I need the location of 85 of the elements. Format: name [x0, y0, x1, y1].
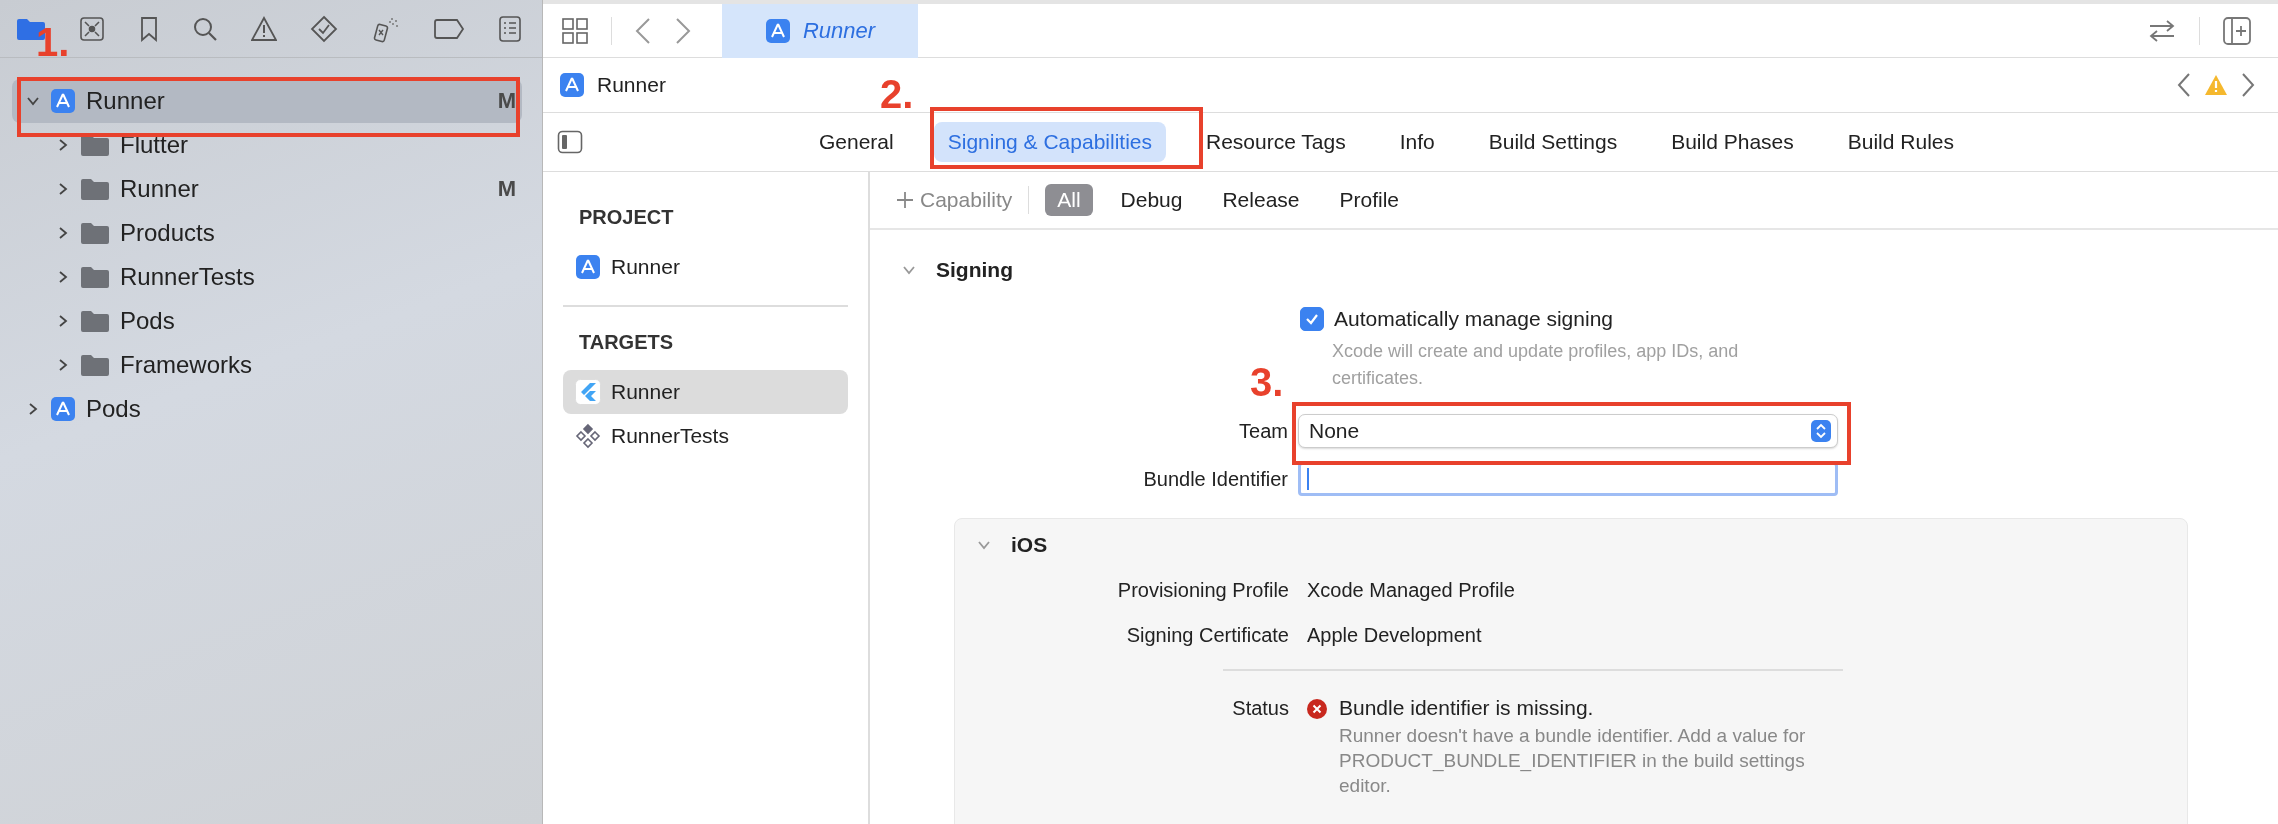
app-icon — [764, 17, 791, 44]
modified-status-label: M — [497, 88, 516, 114]
editor-tab[interactable]: Runner — [722, 3, 918, 58]
warning-icon[interactable] — [251, 15, 277, 42]
settings-tab[interactable]: Build Settings — [1474, 122, 1632, 162]
add-editor-icon[interactable] — [2222, 15, 2252, 46]
tree-row[interactable]: RunnerTests — [12, 255, 522, 299]
tree-item-label: Flutter — [120, 131, 189, 159]
field-label: Team — [1238, 419, 1288, 443]
app-icon — [575, 254, 601, 280]
tree-item-label: Frameworks — [120, 351, 253, 379]
target-item[interactable]: Runner — [563, 245, 848, 289]
tree-row[interactable]: Runner M — [12, 167, 522, 211]
tree-item-label: Pods — [120, 307, 176, 335]
annotation-number: 3. — [1250, 360, 1284, 405]
folder-icon — [80, 309, 110, 333]
field-value: Apple Development — [1307, 624, 1483, 647]
settings-tab[interactable]: Resource Tags — [1192, 122, 1360, 162]
section-title: Signing — [936, 258, 1013, 282]
grid-icon[interactable] — [561, 16, 589, 45]
settings-tab[interactable]: General — [805, 122, 908, 162]
app-icon — [50, 88, 76, 114]
sidebar-toggle-icon[interactable] — [557, 130, 583, 154]
checkbox-label: Automatically manage signing — [1334, 307, 1613, 331]
folder-icon — [80, 265, 110, 289]
tree-row[interactable]: Flutter — [12, 123, 522, 167]
app-icon — [559, 72, 585, 98]
search-icon[interactable] — [191, 15, 218, 42]
hint-text: Xcode will create and update profiles, app IDs, and certificates. — [1331, 340, 1740, 390]
field-label: Bundle Identifier — [1142, 467, 1288, 491]
tree-row[interactable]: Pods — [12, 299, 522, 343]
filter-button[interactable]: Profile — [1327, 184, 1412, 216]
diamond-check-icon[interactable] — [310, 14, 339, 43]
filter-button[interactable]: Debug — [1108, 184, 1195, 216]
target-item[interactable]: Runner — [563, 370, 848, 414]
annotation-number: 1. — [36, 20, 70, 65]
tree-item-label: Runner — [86, 87, 166, 115]
tree-item-label: Pods — [86, 395, 142, 423]
field-label: Provisioning Profile — [1116, 579, 1289, 602]
tree-item-label: Products — [120, 219, 216, 247]
tree-row[interactable]: Frameworks — [12, 343, 522, 387]
folder-icon — [80, 177, 110, 201]
target-item[interactable]: RunnerTests — [563, 414, 848, 458]
tree-row[interactable]: Products — [12, 211, 522, 255]
bookmark-icon[interactable] — [138, 15, 159, 42]
tree-item-label: RunnerTests — [120, 263, 256, 291]
target-square-icon[interactable] — [79, 15, 106, 42]
folder-icon — [80, 221, 110, 245]
stepper-arrows-icon — [1811, 420, 1831, 442]
app-icon — [50, 396, 76, 422]
settings-tab[interactable]: Info — [1385, 122, 1449, 162]
tree-row[interactable]: Pods — [12, 387, 522, 431]
settings-tab[interactable]: Build Phases — [1657, 122, 1808, 162]
modified-status-label: M — [497, 176, 516, 202]
settings-tab[interactable]: Signing & Capabilities — [933, 122, 1166, 162]
filter-button[interactable]: Release — [1210, 184, 1312, 216]
team-dropdown[interactable]: None — [1298, 414, 1838, 448]
tree-item-label: Runner — [120, 175, 200, 203]
status-detail: Runner doesn't have a bundle identifier. Add a value for PRODUCT_BUNDLE_IDENTIFIER in the build settings editor. — [1339, 724, 1807, 798]
field-label: Signing Certificate — [1125, 624, 1289, 647]
input-field[interactable] — [1298, 462, 1838, 496]
forward-chevron-icon[interactable] — [674, 15, 692, 46]
diamonds-icon — [575, 423, 601, 449]
tag-icon[interactable] — [432, 17, 465, 40]
previous-issue-icon[interactable] — [2176, 71, 2192, 99]
annotation-number: 2. — [880, 72, 914, 117]
settings-tab[interactable]: Build Rules — [1833, 122, 1968, 162]
section-heading: PROJECT — [578, 206, 675, 230]
plus-icon — [896, 191, 914, 209]
status-message: Bundle identifier is missing. — [1339, 695, 1595, 721]
list-icon[interactable] — [498, 14, 522, 43]
swap-arrows-icon[interactable] — [2147, 17, 2177, 44]
field-label: Status — [1231, 697, 1289, 720]
flutter-icon — [575, 379, 601, 405]
add-capability-button[interactable]: Capability — [896, 188, 1013, 212]
tree-row[interactable]: Runner M — [12, 79, 522, 123]
section-heading: TARGETS — [578, 331, 675, 355]
folder-icon — [80, 353, 110, 377]
error-icon — [1307, 699, 1327, 719]
breadcrumb-label[interactable]: Runner — [597, 73, 666, 97]
field-value: Xcode Managed Profile — [1307, 579, 1516, 602]
platform-title: iOS — [1011, 533, 1048, 557]
next-issue-icon[interactable] — [2240, 71, 2256, 99]
checkbox[interactable] — [1300, 307, 1324, 331]
back-chevron-icon[interactable] — [634, 15, 652, 46]
